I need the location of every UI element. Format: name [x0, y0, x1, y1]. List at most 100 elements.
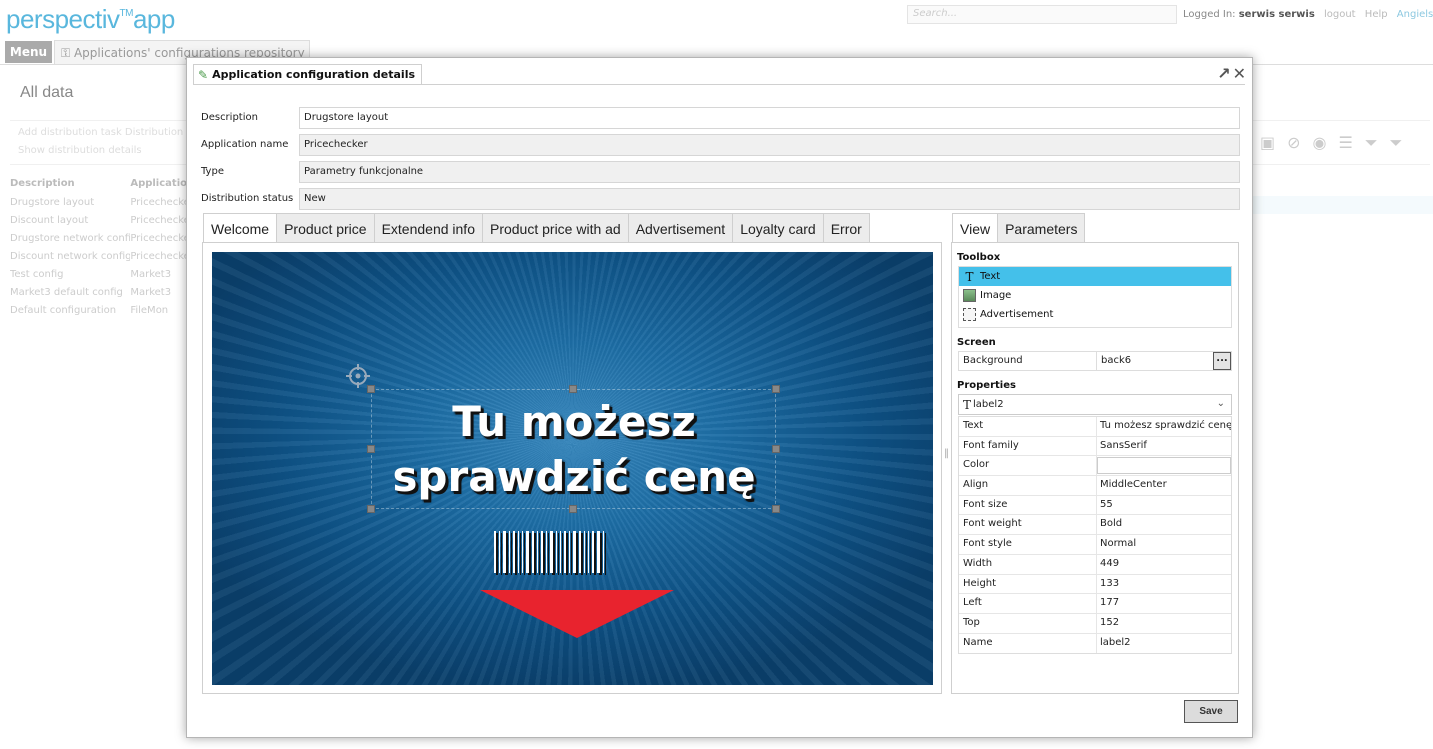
property-width-value[interactable]: 449: [1097, 555, 1231, 574]
browse-button[interactable]: ...: [1213, 352, 1231, 370]
tab-view[interactable]: View: [952, 213, 998, 243]
print-icon[interactable]: ▣: [1260, 133, 1287, 152]
dialog-title: Application configuration details: [212, 68, 416, 81]
property-name-value[interactable]: label2: [1097, 634, 1231, 654]
property-top-value[interactable]: 152: [1097, 614, 1231, 633]
tab-loyalty-card[interactable]: Loyalty card: [732, 213, 823, 243]
barcode-bar: [503, 531, 506, 573]
selected-row-highlight: [1253, 196, 1433, 214]
background-value[interactable]: back6: [1097, 352, 1213, 370]
table-row[interactable]: Drugstore layout Pricechecker: [10, 194, 190, 212]
canvas-label[interactable]: Tu możesz sprawdzić cenę: [374, 394, 774, 506]
property-color-value[interactable]: [1097, 457, 1231, 475]
toolbox-item-image[interactable]: Image: [959, 286, 1231, 305]
resize-handle[interactable]: [569, 385, 577, 393]
property-height-value[interactable]: 133: [1097, 575, 1231, 594]
toolbox-item-advertisement[interactable]: Advertisement: [959, 305, 1231, 324]
arrow-down-icon[interactable]: [480, 590, 674, 638]
property-row: Name label2: [959, 633, 1231, 654]
grid-header-cell[interactable]: Application: [130, 178, 190, 194]
block-icon[interactable]: ⊘: [1287, 133, 1312, 152]
grid-header: Description Application: [10, 178, 190, 194]
toolbox-item-label: Advertisement: [980, 309, 1054, 320]
property-left-value[interactable]: 177: [1097, 594, 1231, 613]
table-row[interactable]: Discount network config Pricechecker: [10, 248, 190, 266]
property-font-family-value[interactable]: SansSerif: [1097, 437, 1231, 456]
image-icon: [963, 289, 976, 302]
help-link[interactable]: Help: [1365, 9, 1388, 20]
filter-icon[interactable]: ⏷: [1365, 133, 1390, 152]
property-row: Font family SansSerif: [959, 436, 1231, 457]
property-align-value[interactable]: MiddleCenter: [1097, 476, 1231, 495]
property-row: Height 133: [959, 574, 1231, 595]
property-row: Width 449: [959, 554, 1231, 575]
resize-handle[interactable]: [367, 385, 375, 393]
barcode-bar: [584, 531, 585, 573]
barcode-bar: [573, 531, 576, 573]
dialog-title-tab: ✎ Application configuration details: [193, 64, 423, 84]
property-text-value[interactable]: Tu możesz sprawdzić cenę: [1097, 417, 1231, 436]
background-grid: Description Application Drugstore layout Pr…: [10, 178, 190, 320]
screen-editor-panel: Tu możesz sprawdzić cenę: [202, 242, 942, 694]
property-font-style-value[interactable]: Normal: [1097, 535, 1231, 554]
language-select[interactable]: Angielski: [1397, 9, 1433, 20]
resize-handle[interactable]: [367, 505, 375, 513]
background-row: Background back6 ...: [958, 351, 1232, 371]
grid-header-cell[interactable]: Description: [10, 178, 130, 194]
filter-clear-icon[interactable]: ⏷: [1390, 133, 1415, 152]
type-field[interactable]: Parametry funkcjonalne: [299, 160, 1240, 183]
barcode-bar: [603, 531, 604, 573]
table-row[interactable]: Discount layout Pricechecker: [10, 212, 190, 230]
barcode-icon[interactable]: [494, 531, 660, 573]
maximize-icon[interactable]: ↗: [1217, 64, 1230, 83]
property-font-size-value[interactable]: 55: [1097, 496, 1231, 515]
logout-link[interactable]: logout: [1324, 9, 1356, 20]
tab-product-price-with-ad[interactable]: Product price with ad: [481, 213, 628, 243]
tab-extendend-info[interactable]: Extendend info: [373, 213, 482, 243]
panel-splitter[interactable]: ‖: [944, 448, 949, 459]
tab-parameters[interactable]: Parameters: [997, 213, 1086, 243]
element-select[interactable]: Tlabel2 ⌄: [958, 394, 1232, 415]
tab-advertisement[interactable]: Advertisement: [627, 213, 733, 243]
property-key: Name: [959, 633, 1097, 654]
search-input[interactable]: Search...: [907, 5, 1177, 24]
eye-icon[interactable]: ◉: [1313, 133, 1339, 152]
resize-handle[interactable]: [569, 505, 577, 513]
tab-welcome[interactable]: Welcome: [203, 213, 277, 243]
canvas-label-line2: sprawdzić cenę: [392, 452, 756, 501]
barcode-bar: [556, 531, 557, 573]
application-name-field[interactable]: Pricechecker: [299, 133, 1240, 156]
property-key: Font weight: [959, 515, 1097, 535]
dialog-controls: ↗ ✕: [1217, 64, 1246, 83]
tab-error[interactable]: Error: [822, 213, 870, 243]
barcode-bar: [541, 531, 543, 573]
show-distribution-link[interactable]: Show distribution details: [18, 145, 142, 156]
table-row[interactable]: Default configuration FileMon: [10, 302, 190, 320]
form-row: Application name Pricechecker: [201, 131, 1240, 158]
property-row: Font style Normal: [959, 535, 1231, 555]
configuration-dialog: ✎ Application configuration details ↗ ✕ De…: [186, 57, 1253, 738]
list-icon[interactable]: ☰: [1339, 133, 1365, 152]
toolbox-item-text[interactable]: T Text: [959, 267, 1231, 286]
table-row[interactable]: Test config Market3: [10, 266, 190, 284]
toolbox-list: T Text Image Advertisement: [958, 266, 1232, 328]
property-font-weight-value[interactable]: Bold: [1097, 515, 1231, 534]
app-logo: perspectivTMapp: [6, 4, 175, 35]
table-row[interactable]: Drugstore network config Pricechecker: [10, 230, 190, 248]
description-field[interactable]: Drugstore layout: [299, 106, 1240, 129]
close-icon[interactable]: ✕: [1233, 64, 1246, 83]
barcode-bar: [509, 531, 510, 573]
barcode-bar: [518, 531, 519, 573]
table-row[interactable]: Market3 default config Market3: [10, 284, 190, 302]
toolbar-links[interactable]: Add distribution task Distribution t...: [18, 127, 200, 138]
resize-handle[interactable]: [772, 385, 780, 393]
distribution-status-field[interactable]: New: [299, 187, 1240, 210]
resize-handle[interactable]: [772, 505, 780, 513]
chevron-down-icon[interactable]: ⌄: [1217, 398, 1225, 409]
menu-button[interactable]: Menu: [5, 41, 52, 63]
tab-product-price[interactable]: Product price: [276, 213, 374, 243]
table-cell: Discount network config: [10, 251, 131, 262]
save-button[interactable]: Save: [1184, 700, 1238, 723]
property-key: Top: [959, 613, 1097, 633]
screen-canvas[interactable]: Tu możesz sprawdzić cenę: [212, 252, 933, 685]
